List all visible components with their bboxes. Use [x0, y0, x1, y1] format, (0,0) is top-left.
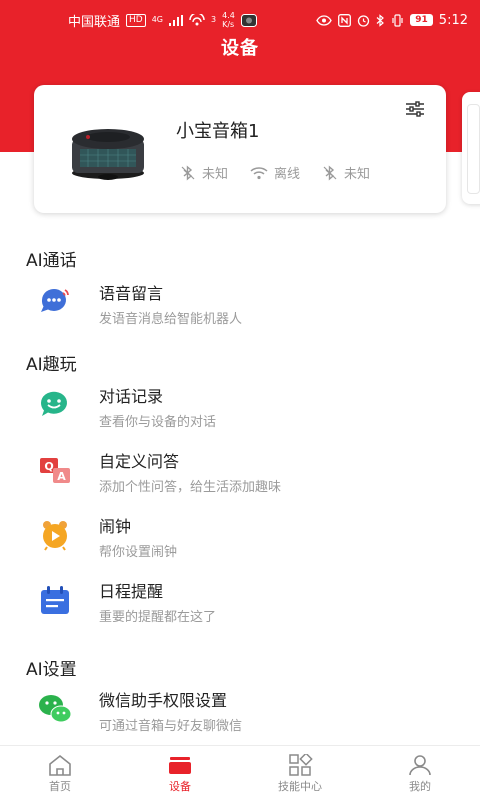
profile-icon — [409, 755, 431, 776]
device-name: 小宝音箱1 — [176, 121, 260, 142]
section-title-ai-call: AI通话 — [26, 251, 77, 271]
battery-level: 91 — [410, 14, 433, 26]
page-title: 设备 — [221, 38, 259, 59]
list-item-title: 闹钟 — [99, 517, 132, 536]
device-settings-icon[interactable] — [404, 99, 426, 119]
hd-badge: HD — [126, 13, 146, 27]
carrier-name: 中国联通 — [68, 14, 121, 30]
wifi-icon — [250, 166, 268, 179]
list-item-wechat-permission[interactable]: 微信助手权限设置 可通过音箱与好友聊微信 — [0, 687, 480, 747]
status-label: 离线 — [274, 167, 301, 182]
list-item-title: 语音留言 — [99, 284, 164, 303]
qa-icon: Q A — [40, 458, 70, 483]
signal-icon — [169, 14, 184, 26]
device-card[interactable]: 小宝音箱1 未知 离线 未知 — [34, 85, 446, 213]
list-item-chat-history[interactable]: 对话记录 查看你与设备的对话 — [0, 383, 480, 443]
nfc-icon — [338, 13, 352, 27]
list-item-subtitle: 重要的提醒都在这了 — [99, 610, 217, 625]
hotspot-icon — [189, 14, 205, 26]
list-item-subtitle: 帮你设置闹钟 — [99, 545, 178, 560]
voice-message-icon — [41, 288, 69, 312]
device-icon — [169, 757, 191, 774]
skills-icon — [289, 754, 313, 776]
list-item-alarm[interactable]: 闹钟 帮你设置闹钟 — [0, 513, 480, 573]
status-label: 未知 — [344, 167, 371, 182]
wechat-icon — [39, 695, 72, 723]
nav-label: 我的 — [409, 780, 431, 793]
list-item-title: 对话记录 — [99, 387, 164, 406]
nav-label: 首页 — [49, 780, 71, 793]
nav-label: 技能中心 — [278, 780, 322, 793]
speaker-image — [72, 129, 144, 180]
list-item-subtitle: 查看你与设备的对话 — [99, 415, 217, 430]
list-item-subtitle: 添加个性问答，给生活添加趣味 — [99, 480, 282, 495]
list-item-custom-qa[interactable]: Q A 自定义问答 添加个性问答，给生活添加趣味 — [0, 448, 480, 508]
status-bluetooth-1: 未知 — [180, 163, 228, 182]
next-device-card[interactable] — [462, 92, 480, 204]
hotspot-level: 3 — [211, 15, 217, 24]
nav-device[interactable]: 设备 — [120, 746, 240, 800]
list-item-subtitle: 可通过音箱与好友聊微信 — [99, 719, 243, 734]
list-item-title: 自定义问答 — [99, 452, 180, 471]
nav-skills[interactable]: 技能中心 — [240, 746, 360, 800]
home-icon — [49, 754, 71, 776]
nav-profile[interactable]: 我的 — [360, 746, 480, 800]
status-bluetooth-2: 未知 — [322, 163, 370, 182]
vibrate-icon — [392, 13, 403, 27]
bluetooth-off-icon — [323, 164, 337, 181]
status-wifi: 离线 — [250, 163, 300, 182]
status-label: 未知 — [202, 167, 229, 182]
list-item-subtitle: 发语音消息给智能机器人 — [99, 312, 243, 327]
eye-icon — [316, 14, 333, 26]
net-speed-unit: K/s — [222, 20, 235, 29]
svg-text:A: A — [57, 470, 66, 483]
chat-history-icon — [40, 391, 67, 416]
list-item-title: 微信助手权限设置 — [99, 691, 228, 710]
bluetooth-off-icon — [181, 164, 195, 181]
bluetooth-icon — [376, 13, 385, 27]
nav-home[interactable]: 首页 — [0, 746, 120, 800]
device-status-row: 未知 离线 未知 — [180, 163, 370, 182]
section-title-ai-fun: AI趣玩 — [26, 355, 77, 375]
nav-label: 设备 — [169, 780, 191, 793]
bottom-navigation: 首页 设备 技能中心 我的 — [0, 745, 480, 800]
calendar-icon — [41, 586, 69, 614]
net-speed: 4.4 K/s — [222, 11, 235, 29]
section-title-ai-settings: AI设置 — [26, 660, 77, 680]
list-item-schedule[interactable]: 日程提醒 重要的提醒都在这了 — [0, 578, 480, 638]
camera-notification-icon — [240, 13, 257, 27]
list-item-voice-message[interactable]: 语音留言 发语音消息给智能机器人 — [0, 280, 480, 340]
svg-text:Q: Q — [44, 460, 53, 473]
network-type: 4G — [151, 15, 164, 24]
list-item-title: 日程提醒 — [99, 582, 164, 601]
clock-time: 5:12 — [438, 12, 468, 28]
alarm-icon — [358, 14, 370, 27]
net-speed-value: 4.4 — [222, 11, 235, 20]
alarm-clock-icon — [43, 521, 67, 551]
